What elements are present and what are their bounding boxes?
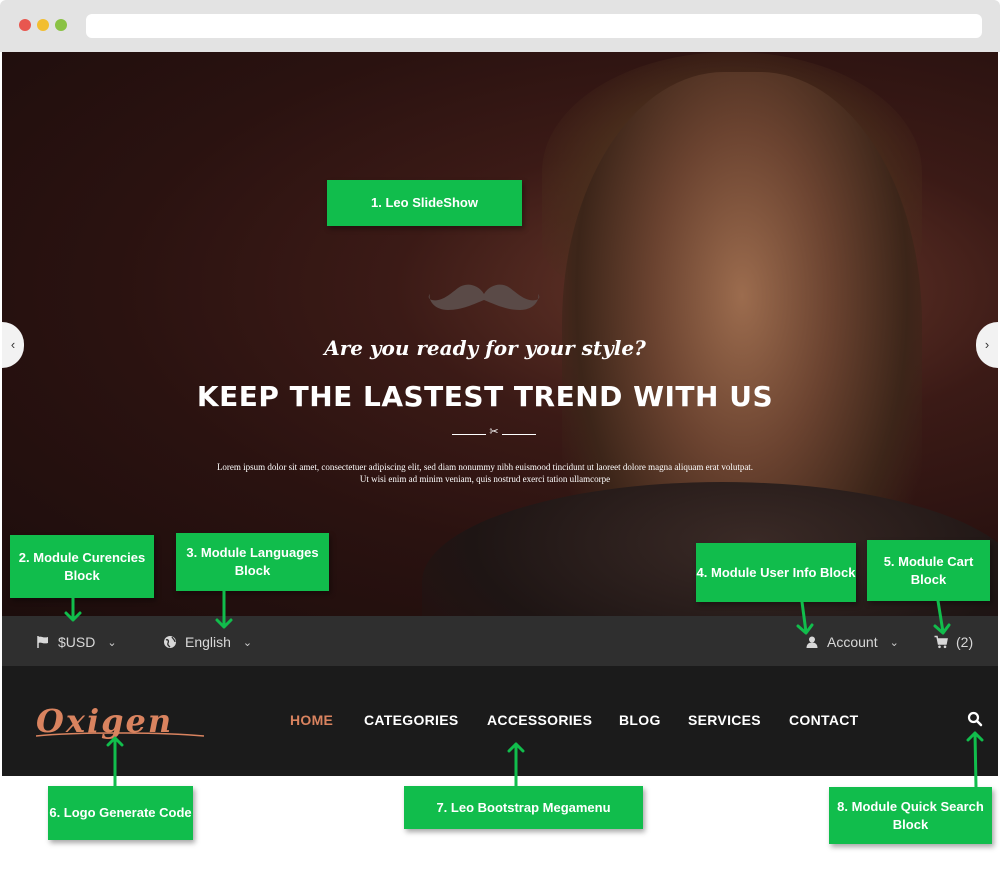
menu-item-contact[interactable]: CONTACT xyxy=(789,712,859,728)
label-logo: 6. Logo Generate Code xyxy=(48,786,193,840)
browser-chrome xyxy=(0,0,1000,52)
label-megamenu: 7. Leo Bootstrap Megamenu xyxy=(404,786,643,829)
close-window-icon[interactable] xyxy=(19,19,31,31)
mustache-icon xyxy=(428,284,540,310)
hero-headline: KEEP THE LASTEST TREND WITH US xyxy=(196,380,774,413)
currency-value: $USD xyxy=(58,634,96,650)
chevron-down-icon: ⌄ xyxy=(107,636,117,649)
maximize-window-icon[interactable] xyxy=(55,19,67,31)
label-languages: 3. Module Languages Block xyxy=(176,533,329,591)
chevron-down-icon: ⌄ xyxy=(242,636,253,649)
cart-count: (2) xyxy=(956,634,974,650)
menu-item-services[interactable]: SERVICES xyxy=(688,712,761,728)
label-user-info: 4. Module User Info Block xyxy=(696,543,856,602)
flag-icon xyxy=(37,636,48,648)
chevron-down-icon: ⌄ xyxy=(889,636,899,649)
language-selector[interactable]: English ⌄ xyxy=(163,633,252,651)
globe-icon xyxy=(164,636,176,648)
cart-icon xyxy=(934,635,948,649)
main-navbar: Oxigen HOME CATEGORIES ACCESSORIES BLOG … xyxy=(2,666,998,776)
hero-slideshow xyxy=(2,52,998,616)
label-currencies: 2. Module Curencies Block xyxy=(10,535,154,598)
menu-item-accessories[interactable]: ACCESSORIES xyxy=(487,712,592,728)
menu-item-home[interactable]: HOME xyxy=(290,712,333,728)
scissors-divider: ✂ xyxy=(452,426,536,442)
cart-button[interactable]: (2) xyxy=(934,633,973,651)
site-logo[interactable]: Oxigen xyxy=(36,702,206,742)
account-label: Account xyxy=(827,634,878,650)
label-quick-search: 8. Module Quick Search Block xyxy=(829,787,992,844)
menu-item-categories[interactable]: CATEGORIES xyxy=(364,712,459,728)
label-slideshow: 1. Leo SlideShow xyxy=(327,180,522,226)
hero-body-text: Lorem ipsum dolor sit amet, consectetuer… xyxy=(216,462,754,484)
account-menu[interactable]: Account ⌄ xyxy=(805,633,899,651)
scissors-icon: ✂ xyxy=(489,426,499,438)
top-bar: $USD ⌄ English ⌄ Account ⌄ (2) xyxy=(2,616,998,666)
minimize-window-icon[interactable] xyxy=(37,19,49,31)
address-bar[interactable] xyxy=(86,14,982,38)
menu-item-blog[interactable]: BLOG xyxy=(619,712,661,728)
user-icon xyxy=(806,636,818,648)
hero-subtitle: Are you ready for your style? xyxy=(324,336,646,360)
currency-selector[interactable]: $USD ⌄ xyxy=(36,633,117,651)
browser-window: ‹ › Are you ready for your style? KEEP T… xyxy=(0,0,1000,871)
label-cart: 5. Module Cart Block xyxy=(867,540,990,601)
search-icon[interactable] xyxy=(966,710,984,728)
logo-swoosh xyxy=(36,732,204,737)
language-value: English xyxy=(185,634,231,650)
